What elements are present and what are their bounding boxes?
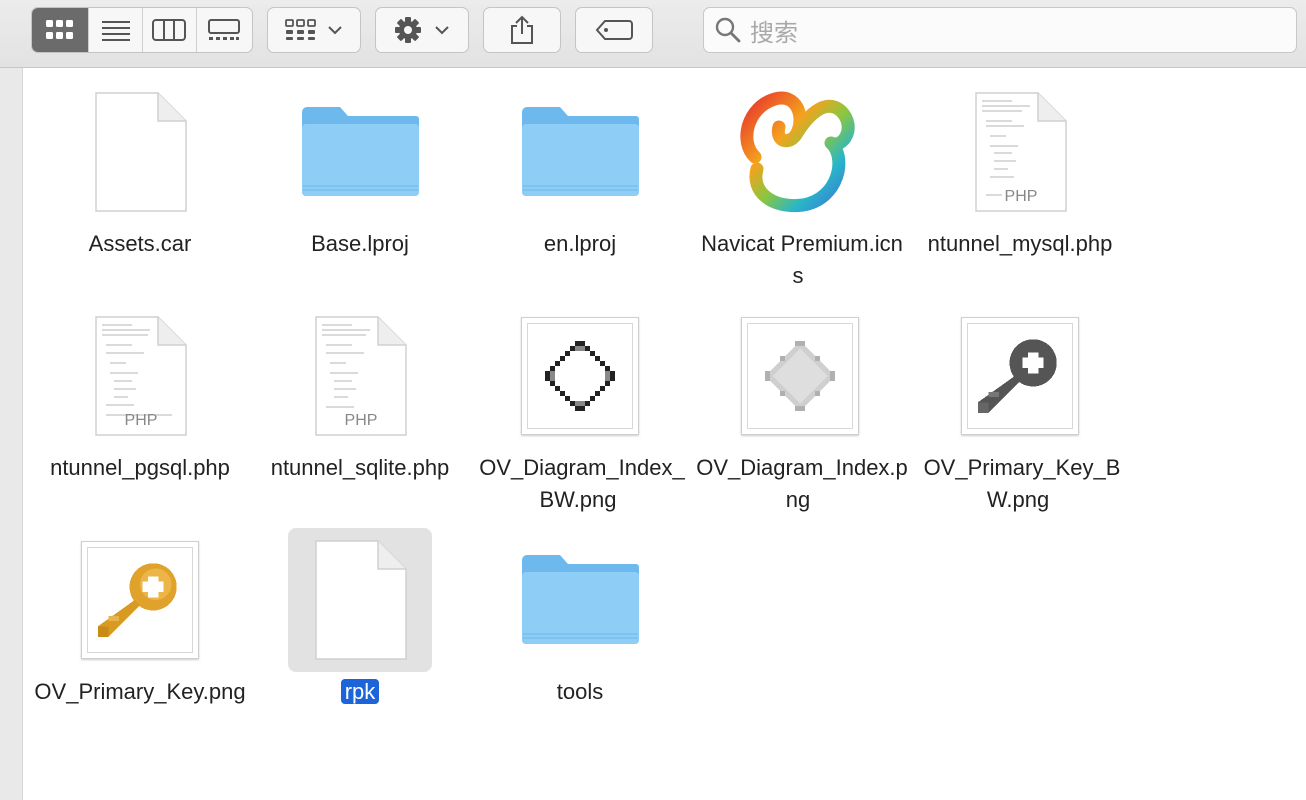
tag-button[interactable]	[575, 7, 653, 53]
key-bw-icon	[978, 339, 1057, 413]
file-label: ntunnel_sqlite.php	[270, 455, 450, 480]
file-icon-wrap	[288, 80, 432, 224]
gallery-view-icon	[208, 19, 241, 40]
document-icon	[315, 540, 407, 660]
chevron-down-icon	[435, 26, 449, 35]
icon-view-icon	[46, 20, 74, 39]
gallery-view-button[interactable]	[197, 8, 252, 52]
file-icon-wrap	[508, 80, 652, 224]
folder-icon	[522, 555, 639, 644]
file-label: Assets.car	[88, 231, 192, 256]
image-file-item[interactable]: OV_Diagram_Index_BW.png	[470, 302, 690, 526]
finder-toolbar: 搜索	[0, 0, 1306, 68]
file-item[interactable]: PHP ntunnel_sqlite.php	[250, 302, 470, 526]
file-label: Navicat Premium.icns	[701, 231, 903, 288]
php-document-icon: PHP	[315, 316, 407, 436]
file-icon-wrap	[728, 304, 872, 448]
file-item[interactable]: PHP ntunnel_pgsql.php	[30, 302, 250, 526]
image-thumbnail	[521, 317, 639, 435]
file-label: ntunnel_mysql.php	[927, 231, 1113, 256]
icon-view-button[interactable]	[32, 8, 90, 52]
image-file-item[interactable]: OV_Primary_Key_BW.png	[910, 302, 1130, 526]
svg-text:PHP: PHP	[1005, 188, 1038, 205]
file-icon-wrap: PHP	[68, 304, 212, 448]
file-icon-wrap	[508, 304, 652, 448]
sidebar-edge	[0, 68, 23, 800]
file-label: OV_Diagram_Index_BW.png	[479, 455, 685, 512]
diagram-index-bw-icon	[545, 341, 615, 411]
document-icon	[95, 92, 187, 212]
list-view-icon	[101, 21, 130, 41]
image-thumbnail	[81, 541, 199, 659]
file-label: ntunnel_pgsql.php	[50, 455, 230, 480]
svg-text:PHP: PHP	[125, 412, 158, 429]
svg-text:PHP: PHP	[345, 412, 378, 429]
list-view-button[interactable]	[89, 8, 143, 52]
file-icon-wrap	[508, 528, 652, 672]
folder-item[interactable]: en.lproj	[470, 78, 690, 302]
file-label: tools	[556, 679, 604, 704]
key-gold-icon	[98, 563, 177, 637]
file-label: OV_Primary_Key.png	[34, 679, 246, 704]
action-button[interactable]	[375, 7, 469, 53]
folder-icon	[302, 107, 419, 196]
php-document-icon: PHP	[975, 92, 1067, 212]
image-thumbnail	[741, 317, 859, 435]
file-icon-wrap	[948, 304, 1092, 448]
gear-icon	[395, 17, 421, 43]
file-item[interactable]: Navicat Premium.icns	[690, 78, 910, 302]
image-file-item[interactable]: OV_Primary_Key.png	[30, 526, 250, 750]
file-label: en.lproj	[543, 231, 617, 256]
folder-item[interactable]: Base.lproj	[250, 78, 470, 302]
file-icon-wrap: PHP	[288, 304, 432, 448]
share-icon	[511, 15, 533, 44]
tag-icon	[595, 20, 633, 40]
share-button[interactable]	[483, 7, 561, 53]
file-label: OV_Diagram_Index.png	[696, 455, 908, 512]
file-item[interactable]: Assets.car	[30, 78, 250, 302]
file-icon-wrap	[68, 80, 212, 224]
diagram-index-icon	[765, 341, 835, 411]
file-label: OV_Primary_Key_BW.png	[923, 455, 1121, 512]
folder-icon	[522, 107, 639, 196]
image-thumbnail	[961, 317, 1079, 435]
column-view-button[interactable]	[143, 8, 197, 52]
search-icon	[715, 17, 741, 43]
group-icon	[285, 19, 316, 40]
group-by-button[interactable]	[267, 7, 361, 53]
image-file-item[interactable]: OV_Diagram_Index.png	[690, 302, 910, 526]
file-item-selected[interactable]: rpk	[250, 526, 470, 750]
column-view-icon	[152, 19, 187, 41]
file-label: rpk	[250, 676, 470, 708]
file-item[interactable]: PHP ntunnel_mysql.php	[910, 78, 1130, 302]
file-icon-wrap: PHP	[948, 80, 1092, 224]
php-document-icon: PHP	[95, 316, 187, 436]
file-icon-grid: Assets.car Base.lproj en.lproj Navicat P…	[30, 78, 1300, 798]
navicat-app-icon	[740, 91, 855, 213]
view-mode-segment	[31, 7, 253, 53]
search-field[interactable]: 搜索	[703, 7, 1297, 53]
folder-item[interactable]: tools	[470, 526, 690, 750]
search-placeholder: 搜索	[750, 19, 798, 47]
file-icon-wrap	[68, 528, 212, 672]
file-icon-wrap	[288, 528, 432, 672]
file-label: Base.lproj	[311, 231, 409, 256]
file-icon-wrap	[728, 80, 872, 224]
chevron-down-icon	[328, 26, 342, 35]
